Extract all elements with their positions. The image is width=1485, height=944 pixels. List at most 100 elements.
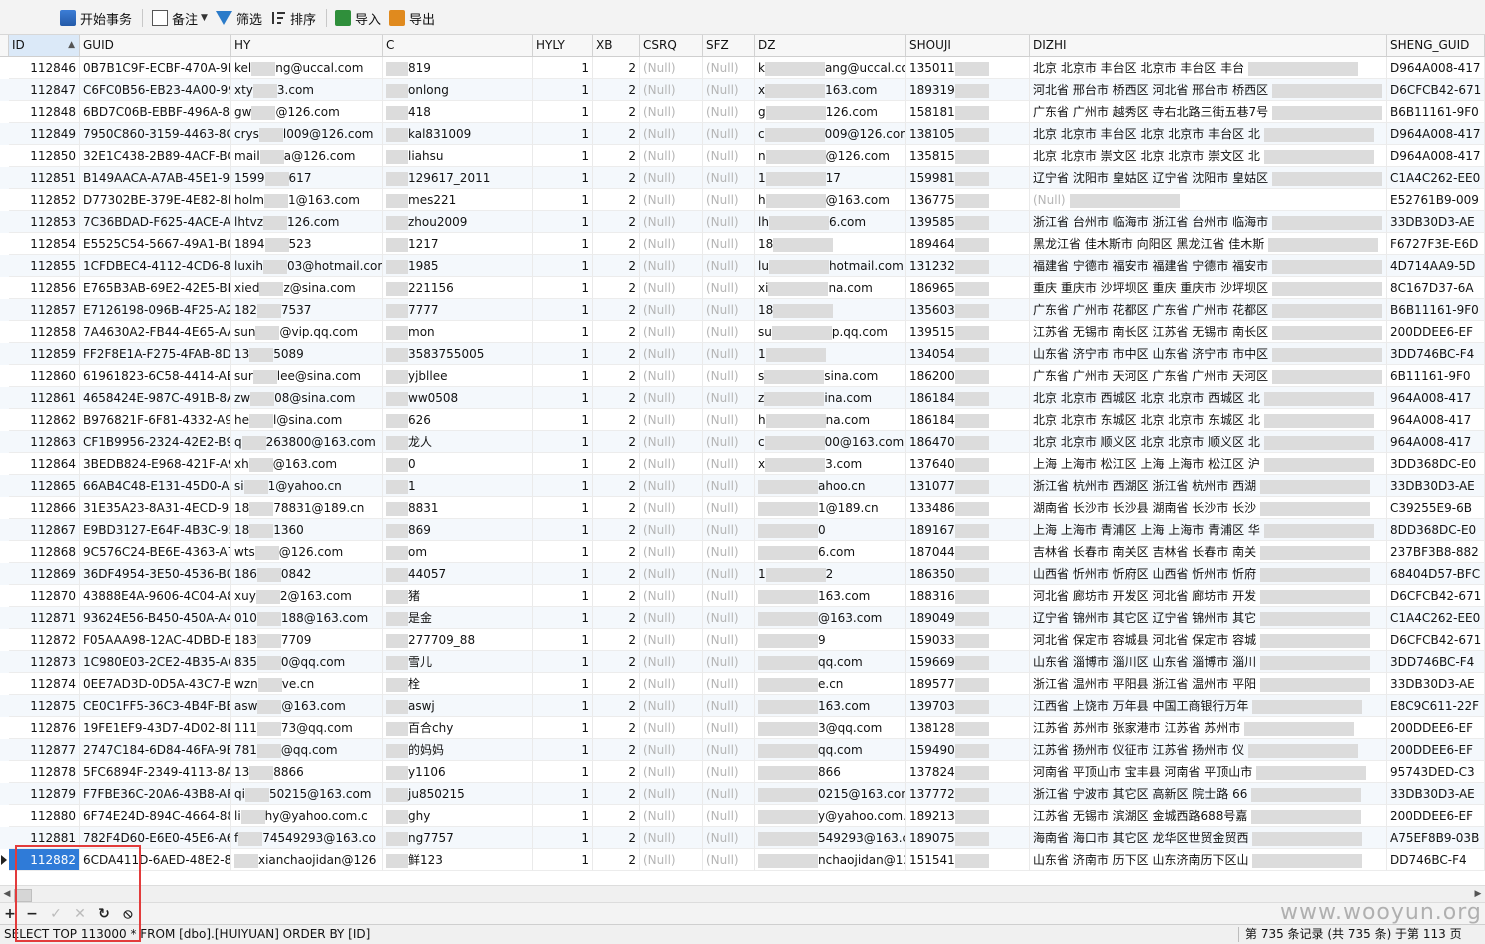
cell-c[interactable]: 7777 [383,299,533,321]
table-row[interactable]: 112863 CF1B9956-2324-42E2-B95 q 263800@163.… [0,431,1485,453]
cell-shouji[interactable]: 131232 [906,255,1030,277]
cell-id[interactable]: 112875 [9,695,80,717]
cell-guid[interactable]: B976821F-6F81-4332-A90 [80,409,231,431]
cell-id[interactable]: 112870 [9,585,80,607]
cell-csrq[interactable]: (Null) [640,409,703,431]
row-indicator[interactable] [0,717,9,739]
cell-id[interactable]: 112864 [9,453,80,475]
cell-hyly[interactable]: 1 [533,651,593,673]
cell-hy[interactable]: xh @163.com [231,453,383,475]
cell-hy[interactable]: li hy@yahoo.com.c [231,805,383,827]
cell-hyly[interactable]: 1 [533,739,593,761]
cell-sfz[interactable]: (Null) [703,167,755,189]
cell-csrq[interactable]: (Null) [640,79,703,101]
cell-dizhi[interactable]: 浙江省 杭州市 西湖区 浙江省 杭州市 西湖 [1030,475,1387,497]
table-row[interactable]: 112852 D77302BE-379E-4E82-8E holm 1@163.com… [0,189,1485,211]
cell-id[interactable]: 112850 [9,145,80,167]
cell-hyly[interactable]: 1 [533,167,593,189]
cell-id[interactable]: 112865 [9,475,80,497]
cell-dizhi[interactable]: 北京 北京市 西城区 北京 北京市 西城区 北 [1030,387,1387,409]
cell-csrq[interactable]: (Null) [640,145,703,167]
cell-dz[interactable]: 1 17 [755,167,906,189]
cell-dz[interactable]: lh 6.com [755,211,906,233]
cell-guid[interactable]: 36DF4954-3E50-4536-B08 [80,563,231,585]
row-indicator[interactable] [0,497,9,519]
cell-hy[interactable]: 18 78831@189.cn [231,497,383,519]
cell-sheng[interactable]: D964A008-417 [1387,57,1485,79]
table-row[interactable]: 112881 782F4D60-E6E0-45E6-A66 f 74549293@16… [0,827,1485,849]
cell-dizhi[interactable]: 北京 北京市 崇文区 北京 北京市 崇文区 北 [1030,145,1387,167]
cell-xb[interactable]: 2 [593,563,640,585]
cell-sheng[interactable]: DD746BC-F4 [1387,849,1485,871]
cell-dz[interactable]: c 009@126.com [755,123,906,145]
row-indicator[interactable] [0,387,9,409]
cell-shouji[interactable]: 159981 [906,167,1030,189]
cell-c[interactable]: kal831009 [383,123,533,145]
cell-xb[interactable]: 2 [593,101,640,123]
cell-dz[interactable]: xi na.com [755,277,906,299]
column-header-dz[interactable]: DZ [755,35,906,56]
cell-sheng[interactable]: 200DDEE6-EF [1387,717,1485,739]
cell-dz[interactable]: qq.com [755,739,906,761]
cell-sheng[interactable]: D6CFCB42-671 [1387,585,1485,607]
cell-guid[interactable]: 66AB4C48-E131-45D0-A5 [80,475,231,497]
scroll-left-icon[interactable]: ◀ [0,886,14,903]
cell-csrq[interactable]: (Null) [640,233,703,255]
cell-guid[interactable]: 1C980E03-2CE2-4B35-A6 [80,651,231,673]
cell-shouji[interactable]: 189049 [906,607,1030,629]
cell-guid[interactable]: 6CDA411D-6AED-48E2-82 [80,849,231,871]
cell-sfz[interactable]: (Null) [703,651,755,673]
cell-guid[interactable]: 4658424E-987C-491B-8A7 [80,387,231,409]
cell-dz[interactable]: 3@qq.com [755,717,906,739]
cell-xb[interactable]: 2 [593,475,640,497]
table-row[interactable]: 112871 93624E56-B450-450A-A4 010 188@163.co… [0,607,1485,629]
cell-csrq[interactable]: (Null) [640,299,703,321]
cell-sfz[interactable]: (Null) [703,387,755,409]
row-indicator[interactable] [0,299,9,321]
cell-csrq[interactable]: (Null) [640,849,703,871]
column-header-guid[interactable]: GUID [80,35,231,56]
cell-guid[interactable]: B149AACA-A7AB-45E1-93 [80,167,231,189]
cell-xb[interactable]: 2 [593,123,640,145]
cell-sheng[interactable]: B6B11161-9F0 [1387,101,1485,123]
cell-sheng[interactable]: 200DDEE6-EF [1387,739,1485,761]
cell-dz[interactable]: qq.com [755,651,906,673]
row-indicator[interactable] [0,629,9,651]
table-row[interactable]: 112879 F7FBE36C-20A6-43B8-AFE qi 50215@163.… [0,783,1485,805]
cell-guid[interactable]: 2747C184-6D84-46FA-9B [80,739,231,761]
cell-id[interactable]: 112854 [9,233,80,255]
cell-c[interactable]: mon [383,321,533,343]
cell-xb[interactable]: 2 [593,145,640,167]
row-indicator[interactable] [0,607,9,629]
cell-hy[interactable]: xianchaojidan@126 [231,849,383,871]
cell-sfz[interactable]: (Null) [703,783,755,805]
cell-dz[interactable]: x 3.com [755,453,906,475]
cell-dz[interactable]: y@yahoo.com.cn [755,805,906,827]
cell-guid[interactable]: 782F4D60-E6E0-45E6-A66 [80,827,231,849]
cell-hy[interactable]: xty 3.com [231,79,383,101]
cell-dizhi[interactable]: 北京 北京市 丰台区 北京市 丰台区 丰台 [1030,57,1387,79]
cell-dizhi[interactable]: 北京 北京市 顺义区 北京 北京市 顺义区 北 [1030,431,1387,453]
cell-c[interactable]: 44057 [383,563,533,585]
cell-hyly[interactable]: 1 [533,761,593,783]
cell-xb[interactable]: 2 [593,431,640,453]
cell-sfz[interactable]: (Null) [703,761,755,783]
cell-sfz[interactable]: (Null) [703,409,755,431]
cell-guid[interactable]: CF1B9956-2324-42E2-B95 [80,431,231,453]
table-row[interactable]: 112855 1CFDBEC4-4112-4CD6-85 luxih 03@hotma… [0,255,1485,277]
cell-hyly[interactable]: 1 [533,233,593,255]
cell-c[interactable]: 129617_2011 [383,167,533,189]
row-indicator[interactable] [0,409,9,431]
cell-id[interactable]: 112849 [9,123,80,145]
cell-hy[interactable]: 1599 617 [231,167,383,189]
row-indicator[interactable] [0,673,9,695]
cell-xb[interactable]: 2 [593,849,640,871]
cell-id[interactable]: 112869 [9,563,80,585]
cell-id[interactable]: 112861 [9,387,80,409]
refresh-icon[interactable]: ↻ [94,904,114,924]
cell-id[interactable]: 112871 [9,607,80,629]
cell-shouji[interactable]: 136775 [906,189,1030,211]
table-row[interactable]: 112868 9C576C24-BE6E-4363-A7 wts @126.com om… [0,541,1485,563]
cell-dizhi[interactable]: 北京 北京市 丰台区 北京 北京市 丰台区 北 [1030,123,1387,145]
cell-hy[interactable]: qi 50215@163.com [231,783,383,805]
